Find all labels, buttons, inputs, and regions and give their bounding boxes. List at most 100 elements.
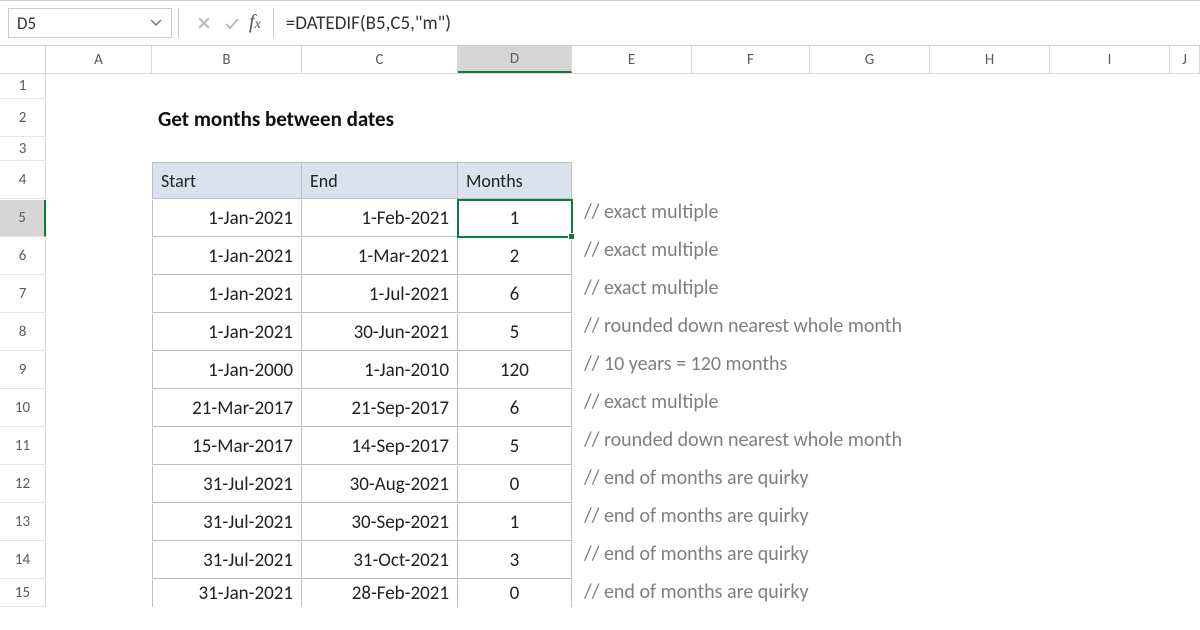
col-header-D[interactable]: D: [458, 46, 572, 73]
cell-start[interactable]: 21-Mar-2017: [152, 390, 302, 427]
cell-start[interactable]: 1-Jan-2021: [152, 276, 302, 313]
row-header[interactable]: 3: [0, 138, 46, 161]
cell-start[interactable]: 1-Jan-2021: [152, 238, 302, 275]
row-header[interactable]: 6: [0, 238, 46, 275]
cell-note[interactable]: // end of months are quirky: [572, 580, 809, 607]
row: 3: [0, 138, 1200, 162]
name-box[interactable]: D5: [8, 8, 172, 38]
cell-note[interactable]: // end of months are quirky: [572, 466, 809, 503]
cell-months[interactable]: 1: [458, 200, 572, 237]
col-header-B[interactable]: B: [152, 46, 302, 73]
formula-bar: D5 fx =DATEDIF(B5,C5,"m"): [0, 0, 1200, 46]
cell-note[interactable]: // end of months are quirky: [572, 542, 809, 579]
row-header[interactable]: 8: [0, 314, 46, 351]
row: 12 31-Jul-2021 30-Aug-2021 0 // end of m…: [0, 466, 1200, 504]
col-header-J[interactable]: J: [1170, 46, 1200, 73]
grid-body: 1 2 Get months between dates 3 4 Start E…: [0, 74, 1200, 608]
row: 13 31-Jul-2021 30-Sep-2021 1 // end of m…: [0, 504, 1200, 542]
col-header-end[interactable]: End: [302, 162, 458, 199]
row-header[interactable]: 7: [0, 276, 46, 313]
col-header-start[interactable]: Start: [152, 162, 302, 199]
col-header-A[interactable]: A: [46, 46, 152, 73]
row: 8 1-Jan-2021 30-Jun-2021 5 // rounded do…: [0, 314, 1200, 352]
col-header-G[interactable]: G: [810, 46, 930, 73]
page-title[interactable]: Get months between dates: [152, 100, 400, 137]
cell-start[interactable]: 15-Mar-2017: [152, 428, 302, 465]
cell-start[interactable]: 31-Jan-2021: [152, 580, 302, 607]
cell-note[interactable]: // 10 years = 120 months: [572, 352, 787, 389]
col-header-F[interactable]: F: [692, 46, 810, 73]
cell-note[interactable]: // end of months are quirky: [572, 504, 809, 541]
cell-note[interactable]: // exact multiple: [572, 200, 718, 237]
col-header-C[interactable]: C: [302, 46, 458, 73]
cell-note[interactable]: // rounded down nearest whole month: [572, 428, 902, 465]
cell-start[interactable]: 31-Jul-2021: [152, 504, 302, 541]
divider: [273, 8, 274, 38]
cell-months[interactable]: 0: [458, 580, 572, 607]
cell-end[interactable]: 30-Aug-2021: [302, 466, 458, 503]
cell-note[interactable]: // exact multiple: [572, 390, 718, 427]
column-header-row: A B C D E F G H I J: [0, 46, 1200, 74]
row: 5 1-Jan-2021 1-Feb-2021 1 // exact multi…: [0, 200, 1200, 238]
col-header-I[interactable]: I: [1050, 46, 1170, 73]
row: 6 1-Jan-2021 1-Mar-2021 2 // exact multi…: [0, 238, 1200, 276]
cell-end[interactable]: 30-Sep-2021: [302, 504, 458, 541]
formula-input[interactable]: =DATEDIF(B5,C5,"m"): [286, 8, 1192, 38]
row-header[interactable]: 15: [0, 580, 46, 607]
cell-end[interactable]: 1-Mar-2021: [302, 238, 458, 275]
cell-months[interactable]: 120: [458, 352, 572, 389]
cell-note[interactable]: // rounded down nearest whole month: [572, 314, 902, 351]
row-header[interactable]: 9: [0, 352, 46, 389]
cell-end[interactable]: 14-Sep-2017: [302, 428, 458, 465]
cell-start[interactable]: 31-Jul-2021: [152, 542, 302, 579]
cell-start[interactable]: 1-Jan-2000: [152, 352, 302, 389]
cell-months[interactable]: 1: [458, 504, 572, 541]
name-box-value: D5: [9, 13, 141, 34]
row-header[interactable]: 14: [0, 542, 46, 579]
select-all-corner[interactable]: [0, 46, 46, 73]
row: 15 31-Jan-2021 28-Feb-2021 0 // end of m…: [0, 580, 1200, 608]
row-header[interactable]: 5: [0, 200, 46, 237]
cell-end[interactable]: 1-Feb-2021: [302, 200, 458, 237]
cell-note[interactable]: // exact multiple: [572, 276, 718, 313]
cell-months[interactable]: 6: [458, 276, 572, 313]
cell-months[interactable]: 6: [458, 390, 572, 427]
cell-start[interactable]: 1-Jan-2021: [152, 200, 302, 237]
row: 4 Start End Months: [0, 162, 1200, 200]
cell-end[interactable]: 30-Jun-2021: [302, 314, 458, 351]
row-header[interactable]: 2: [0, 100, 46, 137]
cell-months[interactable]: 5: [458, 428, 572, 465]
row-header[interactable]: 13: [0, 504, 46, 541]
row: 10 21-Mar-2017 21-Sep-2017 6 // exact mu…: [0, 390, 1200, 428]
row: 1: [0, 74, 1200, 100]
row-header[interactable]: 4: [0, 162, 46, 199]
row: 2 Get months between dates: [0, 100, 1200, 138]
chevron-down-icon[interactable]: [141, 9, 171, 37]
cell-start[interactable]: 31-Jul-2021: [152, 466, 302, 503]
cell-months[interactable]: 2: [458, 238, 572, 275]
row-header[interactable]: 12: [0, 466, 46, 503]
cell-end[interactable]: 21-Sep-2017: [302, 390, 458, 427]
row: 14 31-Jul-2021 31-Oct-2021 3 // end of m…: [0, 542, 1200, 580]
row: 11 15-Mar-2017 14-Sep-2017 5 // rounded …: [0, 428, 1200, 466]
row: 9 1-Jan-2000 1-Jan-2010 120 // 10 years …: [0, 352, 1200, 390]
cell-end[interactable]: 1-Jan-2010: [302, 352, 458, 389]
cell-end[interactable]: 28-Feb-2021: [302, 580, 458, 607]
col-header-E[interactable]: E: [572, 46, 692, 73]
enter-icon[interactable]: [219, 8, 245, 38]
cell-months[interactable]: 0: [458, 466, 572, 503]
fx-icon[interactable]: fx: [247, 11, 267, 36]
col-header-H[interactable]: H: [930, 46, 1050, 73]
cell-months[interactable]: 5: [458, 314, 572, 351]
cancel-icon[interactable]: [191, 8, 217, 38]
row: 7 1-Jan-2021 1-Jul-2021 6 // exact multi…: [0, 276, 1200, 314]
cell-months[interactable]: 3: [458, 542, 572, 579]
cell-end[interactable]: 31-Oct-2021: [302, 542, 458, 579]
col-header-months[interactable]: Months: [458, 162, 572, 199]
cell-start[interactable]: 1-Jan-2021: [152, 314, 302, 351]
cell-note[interactable]: // exact multiple: [572, 238, 718, 275]
cell-end[interactable]: 1-Jul-2021: [302, 276, 458, 313]
row-header[interactable]: 10: [0, 390, 46, 427]
row-header[interactable]: 1: [0, 74, 46, 99]
row-header[interactable]: 11: [0, 428, 46, 465]
